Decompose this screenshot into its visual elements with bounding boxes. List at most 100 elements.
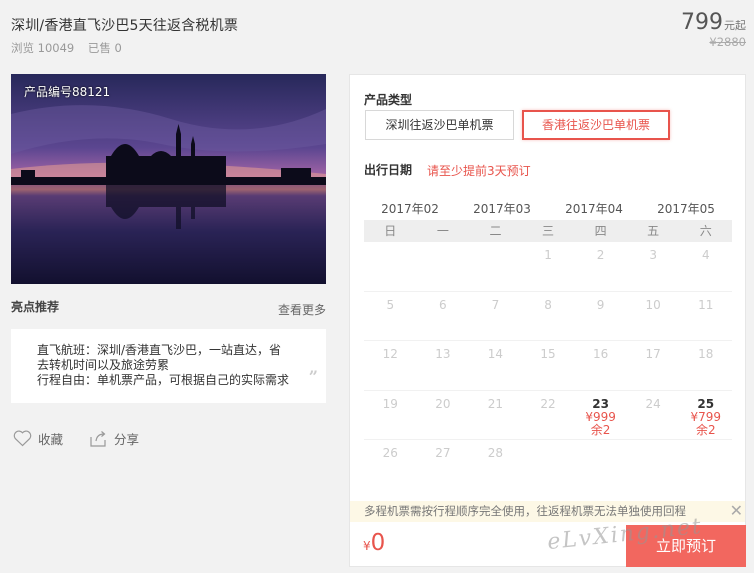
month-tabs: 2017年02 2017年03 2017年04 2017年05 bbox=[364, 199, 732, 221]
month-tab[interactable]: 2017年03 bbox=[456, 199, 548, 221]
calendar-day: 26 bbox=[364, 440, 417, 490]
day-number: 5 bbox=[386, 297, 395, 312]
calendar-day: 15 bbox=[522, 341, 575, 390]
type-option-shenzhen[interactable]: 深圳往返沙巴单机票 bbox=[365, 110, 514, 140]
day-number: 6 bbox=[439, 297, 447, 312]
calendar-week-row: 19 20 21 22 23 ¥999 余2 24 25 ¥799 余2 bbox=[364, 391, 732, 440]
day-number: 20 bbox=[435, 396, 451, 411]
calendar-day: 19 bbox=[364, 391, 417, 440]
calendar-day-available[interactable]: 23 ¥999 余2 bbox=[574, 391, 627, 440]
day-number: 25 bbox=[697, 396, 715, 411]
share-button[interactable]: 分享 bbox=[89, 429, 139, 448]
day-number: 22 bbox=[540, 396, 556, 411]
calendar-day: 9 bbox=[574, 292, 627, 341]
day-number: 8 bbox=[544, 297, 552, 312]
product-type-label: 产品类型 bbox=[364, 93, 413, 107]
book-now-button[interactable]: 立即预订 bbox=[626, 525, 746, 567]
total-amount: 0 bbox=[370, 530, 386, 556]
date-hint: 请至少提前3天预订 bbox=[427, 164, 531, 178]
calendar-week-row: 26 27 28 bbox=[364, 440, 732, 490]
day-number: 21 bbox=[487, 396, 504, 411]
product-title: 深圳/香港直飞沙巴5天往返含税机票 bbox=[11, 18, 239, 34]
mosque-sunset-image bbox=[11, 74, 326, 284]
day-number: 16 bbox=[592, 347, 609, 361]
day-number: 14 bbox=[487, 347, 504, 361]
month-tab[interactable]: 2017年02 bbox=[364, 199, 456, 221]
day-number: 4 bbox=[701, 248, 710, 262]
day-number: 1 bbox=[544, 248, 552, 262]
calendar-day: 1 bbox=[522, 242, 575, 291]
calendar-day: 10 bbox=[627, 292, 680, 341]
share-icon bbox=[90, 430, 106, 447]
quote-icon: ” bbox=[308, 367, 318, 386]
day-number: 3 bbox=[649, 248, 657, 262]
calendar-day: 3 bbox=[627, 242, 680, 291]
day-number: 24 bbox=[645, 396, 661, 411]
highlights-box: 直飞航班：深圳/香港直飞沙巴，一站直达，省去转机时间以及旅途劳累 行程自由：单机… bbox=[11, 329, 326, 403]
highlight-line: 行程自由：单机票产品，可根据自己的实际需求 bbox=[37, 373, 290, 387]
ticket-notice: 多程机票需按行程顺序完全使用，往返程机票无法单独使用回程 bbox=[350, 501, 745, 522]
calendar-day: 17 bbox=[627, 341, 680, 390]
day-remaining: 余2 bbox=[590, 422, 611, 437]
calendar-day: 24 bbox=[627, 391, 680, 440]
close-notice-icon[interactable]: ✕ bbox=[730, 501, 743, 521]
day-number: 7 bbox=[491, 297, 500, 312]
highlights-title: 亮点推荐 bbox=[11, 300, 60, 314]
travel-date-label: 出行日期 bbox=[364, 163, 413, 177]
day-number: 15 bbox=[540, 347, 556, 361]
month-tab[interactable]: 2017年04 bbox=[548, 199, 640, 221]
calendar-day: 13 bbox=[417, 341, 470, 390]
calendar-week-row: 12 13 14 15 16 17 18 bbox=[364, 341, 732, 391]
calendar-day: 20 bbox=[417, 391, 470, 440]
day-number: 18 bbox=[698, 347, 714, 361]
calendar-day bbox=[364, 242, 417, 291]
day-number: 13 bbox=[435, 347, 451, 361]
month-tab[interactable]: 2017年05 bbox=[640, 199, 732, 221]
calendar-day bbox=[417, 242, 470, 291]
day-number: 9 bbox=[596, 297, 605, 312]
weekday: 五 bbox=[647, 224, 660, 238]
calendar-week-row: 5 6 7 8 9 10 11 bbox=[364, 292, 732, 341]
day-number: 11 bbox=[698, 297, 714, 312]
booking-panel: 产品类型 深圳往返沙巴单机票 香港往返沙巴单机票 出行日期 请至少提前3天预订 … bbox=[349, 74, 746, 567]
favorite-button[interactable]: 收藏 bbox=[13, 429, 63, 448]
calendar-day: 22 bbox=[522, 391, 575, 440]
calendar-day bbox=[627, 440, 680, 490]
calendar-day: 18 bbox=[679, 341, 732, 390]
calendar-day: 28 bbox=[469, 440, 522, 490]
calendar-day: 4 bbox=[679, 242, 732, 291]
day-remaining: 余2 bbox=[695, 422, 716, 437]
total-currency: ¥ bbox=[363, 539, 371, 553]
calendar-day: 11 bbox=[679, 292, 732, 341]
calendar-day bbox=[469, 242, 522, 291]
product-code-label: 产品编号88121 bbox=[24, 85, 111, 99]
day-number: 12 bbox=[382, 347, 398, 361]
product-stats: 浏览 10049 已售 0 bbox=[11, 40, 132, 56]
weekday: 日 bbox=[384, 224, 397, 238]
product-photo: 产品编号88121 bbox=[11, 74, 326, 284]
calendar-day: 27 bbox=[417, 440, 470, 490]
weekday-header: 日 一 二 三 四 五 六 bbox=[364, 220, 732, 242]
calendar-day-available[interactable]: 25 ¥799 余2 bbox=[679, 391, 732, 440]
current-price: 799 bbox=[681, 10, 723, 35]
views-count: 浏览 10049 bbox=[11, 41, 75, 55]
day-number: 10 bbox=[645, 297, 661, 312]
day-price: ¥999 bbox=[585, 409, 616, 424]
day-price: ¥799 bbox=[690, 409, 722, 424]
calendar-day bbox=[522, 440, 575, 490]
weekday: 一 bbox=[436, 224, 449, 238]
day-number: 23 bbox=[592, 396, 609, 411]
price-unit: 元起 bbox=[724, 19, 746, 32]
day-number: 26 bbox=[382, 446, 398, 460]
heart-icon bbox=[13, 430, 32, 447]
original-price: ¥2880 bbox=[709, 35, 746, 49]
calendar-day bbox=[679, 440, 732, 490]
calendar-day: 16 bbox=[574, 341, 627, 390]
calendar-grid: 1 2 3 4 5 6 7 8 9 10 11 12 13 14 15 16 17 18 19 20 21 22 23 ¥99… bbox=[364, 242, 732, 490]
day-number: 2 bbox=[596, 248, 605, 262]
view-more-link[interactable]: 查看更多 bbox=[278, 301, 326, 318]
price-block: 799元起 ¥2880 bbox=[681, 10, 746, 49]
day-number: 28 bbox=[487, 446, 504, 460]
sold-count: 已售 0 bbox=[87, 41, 122, 55]
type-option-hongkong[interactable]: 香港往返沙巴单机票 bbox=[522, 110, 670, 140]
